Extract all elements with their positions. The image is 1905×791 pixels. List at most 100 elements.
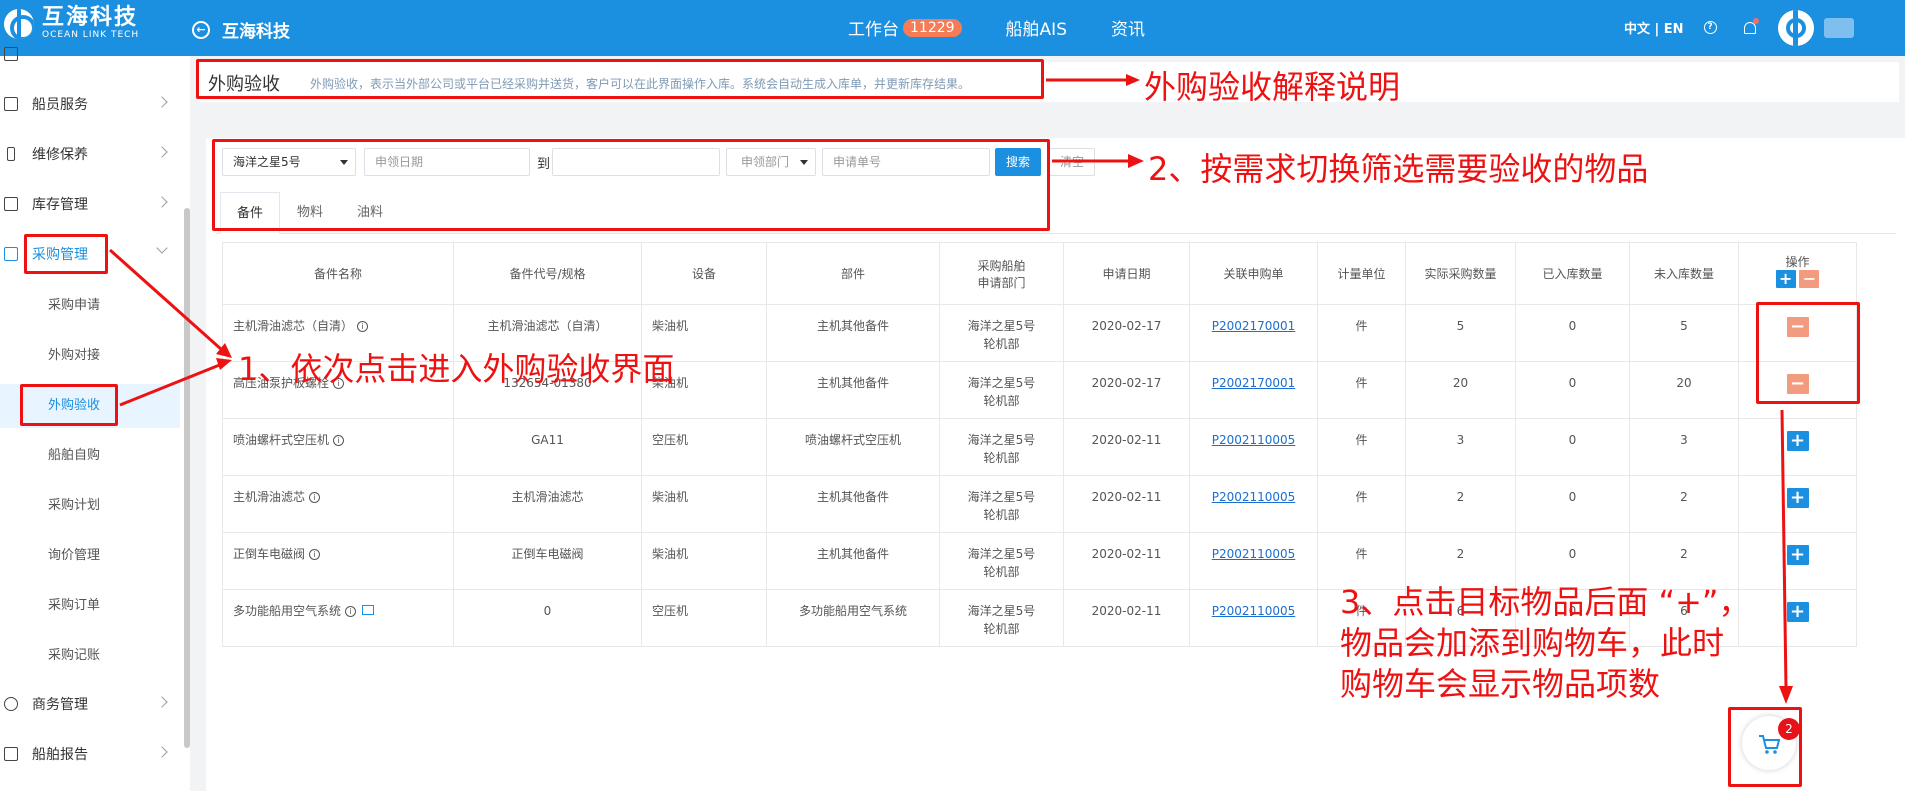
brand-name: 互海科技: [42, 5, 139, 30]
order-link[interactable]: P2002170001: [1212, 319, 1296, 333]
table-row: 正倒车电磁阀 i 正倒车电磁阀 柴油机 主机其他备件 海洋之星5号 轮机部 2020-02-1…: [222, 532, 1857, 590]
info-icon[interactable]: i: [333, 435, 345, 446]
add-to-cart-button[interactable]: +: [1786, 602, 1809, 622]
item-name: 主机滑油滤芯（自清）: [233, 319, 354, 333]
col-code: 备件代号/规格: [453, 242, 642, 305]
sidebar-sub-self-purchase[interactable]: 船舶自购: [0, 434, 180, 478]
sidebar-sub-purchase-request[interactable]: 采购申请: [0, 284, 180, 328]
annotation-step-3: 3、点击目标物品后面 “+”， 物品会加添到购物车，此时 购物车会显示物品项数: [1340, 582, 1751, 705]
col-in: 已入库数量: [1515, 242, 1630, 305]
add-to-cart-button[interactable]: +: [1786, 431, 1809, 451]
cell-unit: 件: [1317, 475, 1406, 533]
order-link[interactable]: P2002110005: [1212, 547, 1296, 561]
table-header-row: 备件名称 备件代号/规格 设备 部件 采购船舶 申请部门 申请日期 关联申购单 …: [222, 242, 1857, 305]
sidebar-sub-purchase-plan[interactable]: 采购计划: [0, 484, 180, 528]
order-link[interactable]: P2002110005: [1212, 604, 1296, 618]
order-link[interactable]: P2002170001: [1212, 376, 1296, 390]
cell-in: 0: [1515, 418, 1630, 476]
sidebar-item-ship-report[interactable]: 船舶报告: [0, 734, 180, 774]
dept-name: 轮机部: [983, 337, 1020, 351]
cell-qty: 5: [1405, 304, 1516, 362]
language-switch[interactable]: 中文 | EN: [1624, 18, 1684, 37]
logo-icon: [4, 8, 34, 39]
sidebar-sub-inquiry[interactable]: 询价管理: [0, 534, 180, 578]
item-name: 多功能船用空气系统: [233, 604, 342, 618]
cell-unit: 件: [1317, 532, 1406, 590]
cell-code: 正倒车电磁阀: [453, 532, 642, 590]
ship-name: 海洋之星5号: [967, 376, 1036, 390]
sidebar-item-crew-service[interactable]: 船员服务: [0, 84, 180, 124]
cell-unit: 件: [1317, 418, 1406, 476]
info-icon[interactable]: i: [309, 549, 321, 560]
cell-ship-dept: 海洋之星5号 轮机部: [939, 475, 1064, 533]
ship-name: 海洋之星5号: [967, 604, 1036, 618]
dept-name: 轮机部: [983, 622, 1020, 636]
annotation-box-header: [196, 59, 1044, 99]
annotation-step-3-line3: 购物车会显示物品项数: [1340, 665, 1661, 703]
cell-part: 主机其他备件: [766, 532, 940, 590]
cart-count-badge: 2: [1778, 718, 1800, 740]
info-icon[interactable]: i: [345, 606, 357, 617]
add-all-button[interactable]: +: [1775, 270, 1796, 288]
sidebar-item-inventory[interactable]: 库存管理: [0, 184, 180, 224]
cell-date: 2020-02-17: [1063, 361, 1190, 419]
info-icon[interactable]: i: [357, 321, 369, 332]
sidebar-sub-purchase-accounting[interactable]: 采购记账: [0, 634, 180, 678]
sidebar-item-maintenance[interactable]: 维修保养: [0, 134, 180, 174]
cell-part: 喷油螺杆式空压机: [766, 418, 940, 476]
sidebar-sub-purchase-order[interactable]: 采购订单: [0, 584, 180, 628]
logo[interactable]: 互海科技 OCEAN LINK TECH: [4, 6, 139, 41]
cell-equip: 柴油机: [641, 475, 767, 533]
nav-workbench[interactable]: 工作台 11229: [848, 15, 962, 40]
chevron-right-icon: [156, 696, 168, 708]
user-name-blurred[interactable]: [1824, 18, 1854, 38]
bag-icon: [4, 197, 18, 211]
cell-order: P2002170001: [1189, 304, 1318, 362]
cell-op: +: [1738, 589, 1857, 647]
info-icon[interactable]: i: [309, 492, 321, 503]
ship-name: 海洋之星5号: [967, 547, 1036, 561]
back-button[interactable]: ← 互海科技: [192, 17, 290, 42]
cell-name: 正倒车电磁阀 i: [222, 532, 454, 590]
cell-order: P2002110005: [1189, 532, 1318, 590]
chevron-right-icon: [156, 96, 168, 108]
add-to-cart-button[interactable]: +: [1786, 545, 1809, 565]
chevron-down-icon: [156, 242, 168, 254]
annotation-step-1: 1、依次点击进入外购验收界面: [238, 350, 675, 388]
bell-icon[interactable]: [1743, 18, 1759, 34]
sidebar-scrollbar[interactable]: [184, 208, 190, 748]
nav-news[interactable]: 资讯: [1111, 15, 1145, 40]
chevron-right-icon: [156, 196, 168, 208]
cell-ship-dept: 海洋之星5号 轮机部: [939, 532, 1064, 590]
cell-name: 多功能船用空气系统 i: [222, 589, 454, 647]
item-name: 喷油螺杆式空压机: [233, 433, 330, 447]
nav-ais[interactable]: 船舶AIS: [1006, 15, 1067, 40]
clear-button[interactable]: 清空: [1049, 148, 1095, 176]
annotation-box-minus-buttons: [1756, 302, 1860, 404]
ship-name: 海洋之星5号: [967, 490, 1036, 504]
chevron-right-icon: [156, 146, 168, 158]
wrench-icon: [7, 147, 15, 161]
remove-all-button[interactable]: −: [1799, 270, 1820, 288]
cell-part: 主机其他备件: [766, 475, 940, 533]
cell-not-in: 2: [1629, 475, 1739, 533]
image-icon[interactable]: [362, 605, 375, 615]
add-to-cart-button[interactable]: +: [1786, 488, 1809, 508]
sidebar-sub-external-docking[interactable]: 外购对接: [0, 334, 180, 378]
top-nav: 工作台 11229 船舶AIS 资讯: [848, 15, 1189, 40]
sidebar-item-label: 维修保养: [32, 147, 88, 163]
order-link[interactable]: P2002110005: [1212, 433, 1296, 447]
back-arrow-icon: ←: [192, 20, 210, 39]
annotation-header-explain: 外购验收解释说明: [1144, 68, 1401, 106]
sidebar-item-business[interactable]: 商务管理: [0, 684, 180, 724]
ship-name: 海洋之星5号: [967, 319, 1036, 333]
cell-part: 多功能船用空气系统: [766, 589, 940, 647]
ship-name: 海洋之星5号: [967, 433, 1036, 447]
avatar[interactable]: [1778, 10, 1814, 46]
annotation-step-2: 2、按需求切换筛选需要验收的物品: [1148, 150, 1649, 188]
help-icon[interactable]: ?: [1703, 21, 1717, 34]
order-link[interactable]: P2002110005: [1212, 490, 1296, 504]
cell-name: 喷油螺杆式空压机 i: [222, 418, 454, 476]
cell-code: 主机滑油滤芯: [453, 475, 642, 533]
table-row: 喷油螺杆式空压机 i GA11 空压机 喷油螺杆式空压机 海洋之星5号 轮机部 2020-02…: [222, 418, 1857, 476]
